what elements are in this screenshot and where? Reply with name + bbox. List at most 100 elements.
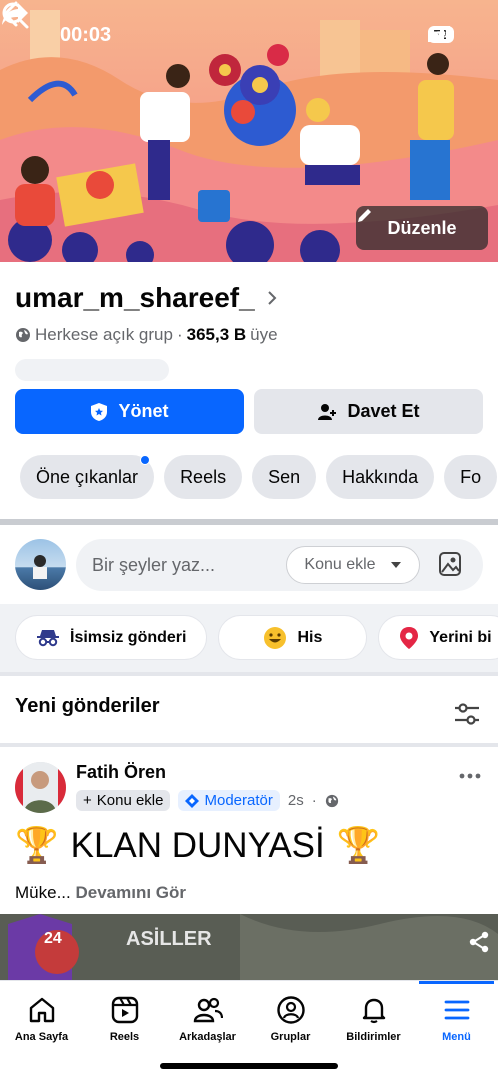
nav-label: Menü — [442, 1031, 471, 1043]
chip-label: İsimsiz gönderi — [70, 628, 187, 646]
headline-text: KLAN DUNYASİ — [70, 825, 325, 865]
tab-label: Sen — [268, 466, 301, 487]
globe-icon — [16, 328, 30, 342]
section-divider — [0, 519, 498, 525]
tab-you[interactable]: Sen — [252, 455, 317, 499]
nav-label: Bildirimler — [346, 1031, 401, 1043]
manage-button[interactable]: Yönet — [15, 389, 244, 434]
add-topic-dropdown[interactable]: Konu ekle — [286, 546, 420, 584]
tab-label: Hakkında — [342, 466, 419, 487]
meta-dot: · — [311, 792, 317, 809]
group-tabs: Öne çıkanlar Reels Sen Hakkında Fo — [20, 455, 498, 499]
invite-button[interactable]: Davet Et — [254, 389, 483, 434]
nav-label: Arkadaşlar — [179, 1031, 236, 1043]
tab-label: Öne çıkanlar — [36, 466, 139, 487]
plus-icon: + — [83, 792, 92, 809]
add-person-icon — [318, 403, 337, 420]
tab-label: Fo — [460, 466, 482, 487]
chip-label: His — [297, 628, 323, 646]
nav-label: Ana Sayfa — [14, 1031, 69, 1043]
see-more-link[interactable]: Devamını Gör — [75, 883, 186, 902]
location-pin-icon — [400, 626, 419, 649]
nav-reels[interactable]: Reels — [83, 981, 166, 1061]
caret-down-icon — [390, 562, 401, 568]
unread-dot — [140, 455, 151, 465]
anonymous-post-chip[interactable]: İsimsiz gönderi — [15, 615, 208, 660]
add-topic-button[interactable]: + Konu ekle — [76, 790, 171, 811]
more-options-icon[interactable] — [459, 773, 481, 779]
member-count: 365,3 B — [186, 325, 247, 344]
edit-cover-button[interactable]: Düzenle — [356, 206, 488, 250]
composer-placeholder: Bir şeyler yaz... — [92, 555, 216, 575]
reels-icon — [111, 996, 138, 1024]
feeling-chip[interactable]: His — [218, 615, 368, 660]
group-meta: Herkese açık grup · 365,3 B üye — [15, 325, 278, 345]
nav-friends[interactable]: Arkadaşlar — [166, 981, 249, 1061]
loading-placeholder — [15, 359, 169, 381]
image-level-badge: 24 — [44, 930, 62, 947]
checkin-chip[interactable]: Yerini bi — [378, 615, 498, 660]
pill-label: Konu ekle — [96, 792, 164, 809]
tab-reels[interactable]: Reels — [164, 455, 243, 499]
status-time: 00:03 — [60, 24, 112, 46]
post-author-avatar[interactable] — [15, 762, 66, 813]
nav-label: Gruplar — [270, 1031, 311, 1043]
nav-label: Reels — [109, 1031, 140, 1043]
post-headline: 🏆 KLAN DUNYASİ 🏆 — [15, 825, 380, 866]
post-body-text: Müke... — [15, 883, 71, 902]
post-image[interactable]: 24 ASİLLER — [0, 914, 498, 984]
meta-separator: · — [176, 325, 183, 344]
avatar-image — [15, 762, 66, 813]
chevron-right-icon — [267, 291, 277, 305]
share-icon[interactable] — [467, 930, 491, 954]
post-options: İsimsiz gönderi His Yerini bi — [15, 615, 498, 660]
post-meta: + Konu ekle Moderatör 2s · — [76, 790, 339, 811]
member-label: üye — [250, 325, 278, 344]
group-cover-photo: 00:03 72 Düzenle — [0, 0, 498, 262]
user-avatar[interactable] — [15, 539, 66, 590]
manage-label: Yönet — [118, 401, 169, 421]
menu-icon — [444, 1000, 469, 1020]
topic-label: Konu ekle — [304, 556, 376, 573]
friends-icon — [193, 997, 223, 1023]
image-title: ASİLLER — [126, 928, 212, 950]
groups-icon — [276, 996, 305, 1024]
status-icons: 72 — [427, 26, 454, 43]
tab-highlights[interactable]: Öne çıkanlar — [20, 455, 155, 499]
trophy-icon: 🏆 — [336, 826, 381, 865]
nav-groups[interactable]: Gruplar — [249, 981, 332, 1061]
group-name[interactable]: umar_m_shareef_ — [15, 282, 277, 314]
invite-label: Davet Et — [347, 401, 420, 421]
wifi-icon — [427, 26, 450, 42]
nav-menu[interactable]: Menü — [415, 981, 498, 1061]
tab-label: Reels — [180, 466, 227, 487]
group-privacy: Herkese açık grup — [35, 325, 173, 344]
section-divider — [0, 743, 498, 747]
feed-section-title: Yeni gönderiler — [15, 695, 160, 717]
home-indicator — [160, 1063, 338, 1069]
filter-sliders-icon[interactable] — [453, 702, 481, 726]
tab-about[interactable]: Hakkında — [326, 455, 435, 499]
group-name-text: umar_m_shareef_ — [15, 282, 255, 313]
search-icon[interactable] — [0, 0, 30, 30]
shield-star-icon — [91, 402, 108, 421]
moderator-badge: Moderatör — [178, 790, 280, 811]
section-divider — [0, 672, 498, 676]
badge-label: Moderatör — [204, 792, 273, 809]
photo-icon[interactable] — [438, 551, 462, 577]
globe-icon — [325, 794, 338, 807]
post-body: Müke... Devamını Gör — [15, 883, 186, 903]
incognito-icon — [37, 629, 59, 646]
pencil-icon — [358, 209, 371, 222]
chip-label: Yerini bi — [429, 628, 492, 646]
bell-icon — [362, 998, 385, 1024]
nav-home[interactable]: Ana Sayfa — [0, 981, 83, 1061]
avatar-image — [33, 555, 47, 579]
nav-notifications[interactable]: Bildirimler — [332, 981, 415, 1061]
moderator-diamond-icon — [185, 793, 200, 808]
smiley-icon — [264, 626, 287, 649]
home-icon — [29, 997, 54, 1023]
tab-files[interactable]: Fo — [444, 455, 498, 499]
post-time: 2s — [287, 792, 304, 809]
post-author-name[interactable]: Fatih Ören — [76, 762, 166, 783]
